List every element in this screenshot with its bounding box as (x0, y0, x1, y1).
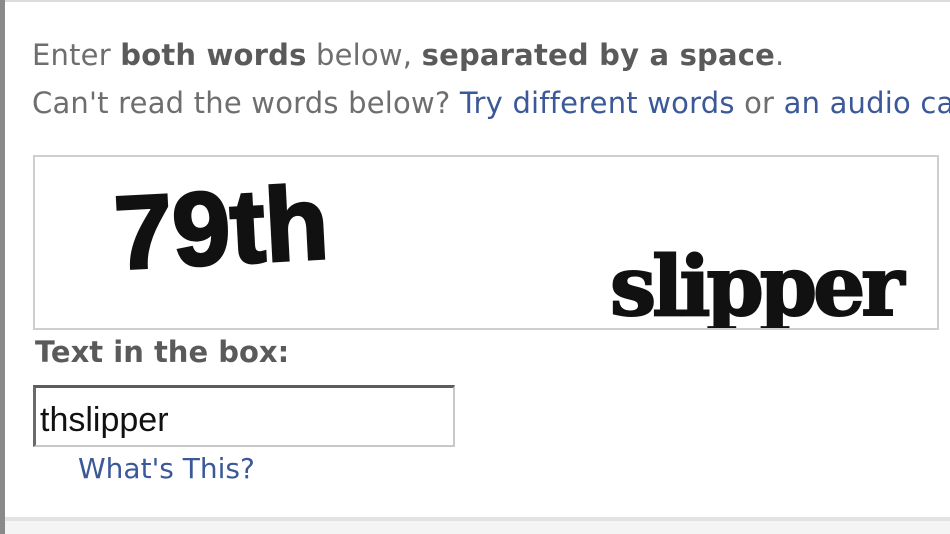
audio-captcha-link[interactable]: an audio captcha (784, 86, 950, 120)
cant-read-text: Can't read the words below? (32, 86, 451, 120)
alternatives-line: Can't read the words below? Try differen… (32, 86, 950, 120)
instruction-separated: separated by a space (421, 38, 776, 72)
whats-this-link[interactable]: What's This? (78, 452, 255, 485)
instruction-period: . (775, 38, 785, 72)
or-text: or (744, 86, 775, 120)
top-border (0, 0, 950, 2)
instruction-enter: Enter (32, 38, 111, 72)
instruction-line: Enter both words below, separated by a s… (32, 38, 784, 72)
instruction-below: below, (316, 38, 413, 72)
captcha-text-input[interactable] (33, 385, 455, 447)
captcha-word-2: slipper (610, 239, 906, 328)
left-border (0, 0, 5, 534)
captcha-image: 79th slipper (33, 155, 939, 330)
try-different-words-link[interactable]: Try different words (460, 86, 735, 120)
captcha-word-1: 79th (112, 165, 332, 292)
bottom-band (5, 521, 950, 534)
text-in-box-label: Text in the box: (35, 335, 290, 369)
instruction-both-words: both words (120, 38, 307, 72)
